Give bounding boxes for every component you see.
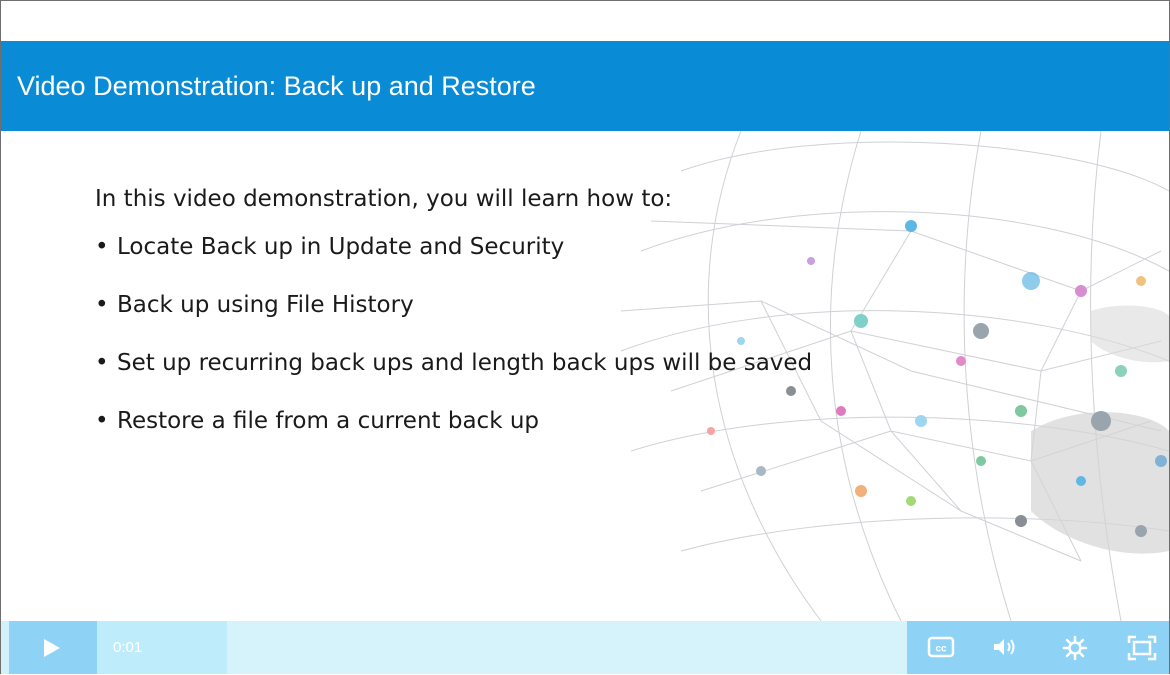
- settings-gear-icon: [1062, 635, 1088, 661]
- player-controls-bar: 0:01 cc: [1, 621, 1169, 674]
- slide-content: In this video demonstration, you will le…: [95, 177, 995, 465]
- bullet-text: Set up recurring back ups and length bac…: [117, 350, 813, 376]
- list-item: • Set up recurring back ups and length ba…: [95, 349, 995, 378]
- bullet-text: Back up using File History: [117, 292, 414, 318]
- closed-captions-button[interactable]: cc: [919, 621, 963, 674]
- list-item: • Restore a file from a current back up: [95, 407, 995, 436]
- objectives-list: • Locate Back up in Update and Security •…: [95, 233, 995, 436]
- bullet-marker: •: [95, 292, 109, 318]
- bullet-marker: •: [95, 234, 109, 260]
- list-item: • Locate Back up in Update and Security: [95, 233, 995, 262]
- volume-icon: [994, 639, 1015, 655]
- fullscreen-button[interactable]: [1119, 621, 1163, 674]
- settings-button[interactable]: [1053, 621, 1097, 674]
- bullet-marker: •: [95, 350, 109, 376]
- closed-captions-icon: cc: [927, 636, 955, 658]
- progress-bar[interactable]: 0:01: [97, 621, 907, 674]
- list-item: • Back up using File History: [95, 291, 995, 320]
- slide-title: Video Demonstration: Back up and Restore: [17, 71, 536, 101]
- fullscreen-icon: [1127, 635, 1157, 661]
- volume-button[interactable]: [983, 621, 1027, 674]
- slide: Video Demonstration: Back up and Restore: [1, 1, 1169, 621]
- bullet-text: Restore a file from a current back up: [117, 408, 539, 434]
- slide-title-bar: Video Demonstration: Back up and Restore: [1, 41, 1169, 131]
- bullet-marker: •: [95, 408, 109, 434]
- play-icon: [44, 639, 60, 657]
- current-time: 0:01: [113, 639, 143, 656]
- bullet-text: Locate Back up in Update and Security: [117, 234, 565, 260]
- video-player: Video Demonstration: Back up and Restore: [0, 0, 1170, 674]
- play-button[interactable]: [9, 621, 97, 674]
- right-controls: cc: [907, 621, 1169, 674]
- cc-label: cc: [935, 644, 947, 655]
- intro-text: In this video demonstration, you will le…: [95, 186, 673, 212]
